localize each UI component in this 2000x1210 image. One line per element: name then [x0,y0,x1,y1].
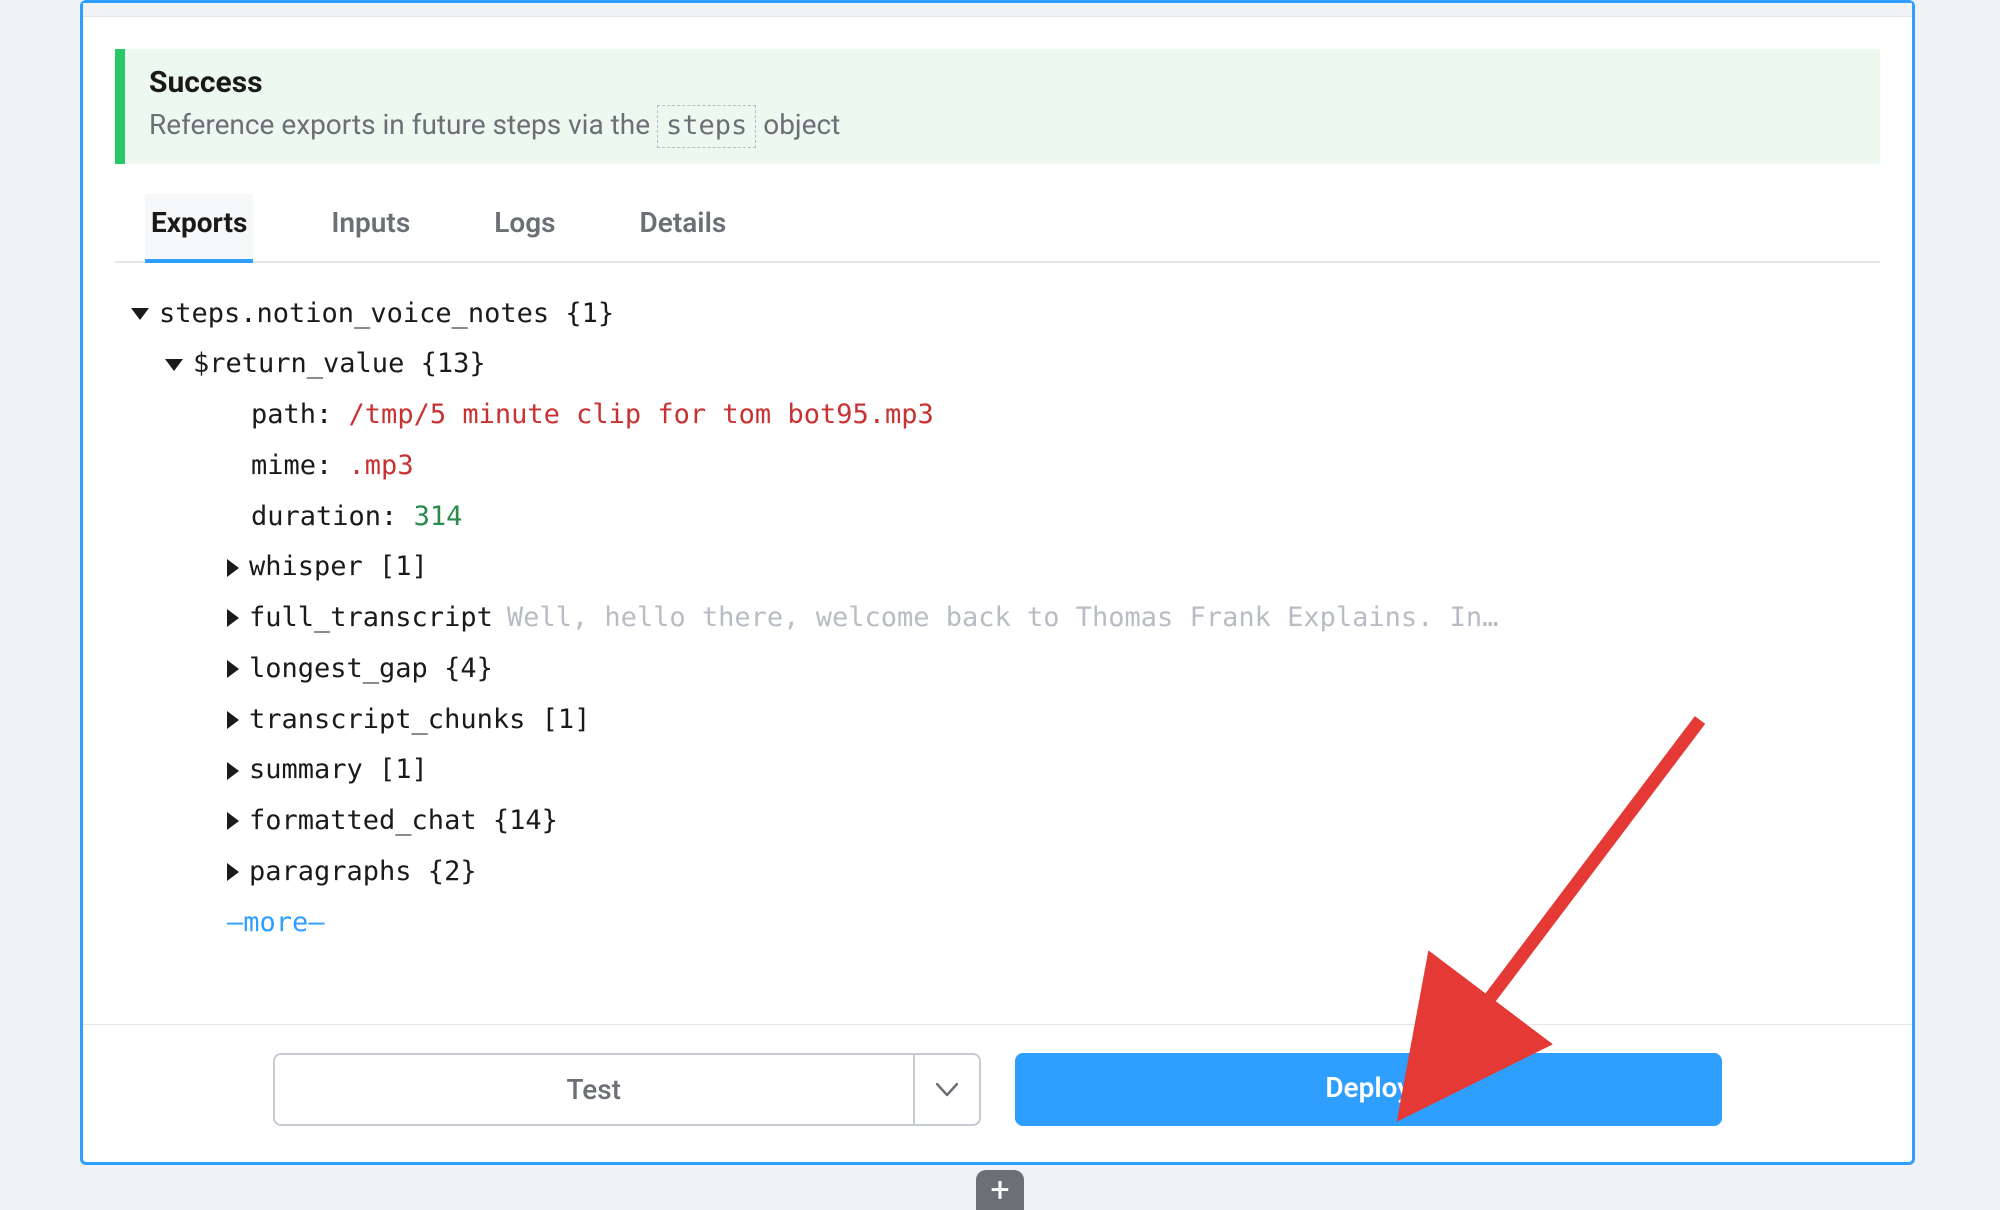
chevron-right-icon[interactable] [227,863,239,881]
test-dropdown-button[interactable] [913,1053,981,1126]
more-label: —more— [227,898,325,949]
tree-node-full-transcript[interactable]: full_transcript Well, hello there, welco… [131,593,1880,644]
tree-label: $return_value {13} [193,339,486,390]
chevron-right-icon[interactable] [227,559,239,577]
steps-code-chip: steps [657,105,756,148]
tree-node-formatted-chat[interactable]: formatted_chat {14} [131,796,1880,847]
tree-kv-mime[interactable]: mime: .mp3 [131,441,1880,492]
chevron-right-icon[interactable] [227,711,239,729]
success-sub-post: object [756,108,840,141]
tree-label: transcript_chunks [1] [249,695,590,746]
value-path: /tmp/5 minute clip for tom bot95.mp3 [349,390,934,441]
chevron-down-icon [936,1083,958,1097]
tab-exports[interactable]: Exports [145,194,253,263]
chevron-right-icon[interactable] [227,660,239,678]
success-subtitle: Reference exports in future steps via th… [149,104,1856,148]
plus-icon: + [990,1170,1009,1210]
success-title: Success [149,65,1856,100]
tree-node-longest-gap[interactable]: longest_gap {4} [131,644,1880,695]
tree-label: full_transcript [249,593,493,644]
chevron-right-icon[interactable] [227,609,239,627]
value-preview: Well, hello there, welcome back to Thoma… [507,593,1499,644]
chevron-down-icon[interactable] [165,359,183,371]
tree-node-transcript-chunks[interactable]: transcript_chunks [1] [131,695,1880,746]
deploy-button[interactable]: Deploy [1015,1053,1723,1126]
tab-details[interactable]: Details [634,194,733,261]
tree-label: formatted_chat {14} [249,796,558,847]
tree-label: whisper [1] [249,542,428,593]
tree-label: paragraphs {2} [249,847,477,898]
tree-node-return-value[interactable]: $return_value {13} [131,339,1880,390]
tree-kv-path[interactable]: path: /tmp/5 minute clip for tom bot95.m… [131,390,1880,441]
tree-node-summary[interactable]: summary [1] [131,745,1880,796]
chevron-right-icon[interactable] [227,812,239,830]
step-panel: Success Reference exports in future step… [80,0,1915,1165]
tab-bar: Exports Inputs Logs Details [115,194,1880,263]
exports-tree: steps.notion_voice_notes {1} $return_val… [131,289,1880,1025]
panel-top-spacer [83,3,1912,17]
tree-node-whisper[interactable]: whisper [1] [131,542,1880,593]
tree-node-paragraphs[interactable]: paragraphs {2} [131,847,1880,898]
key-path: path: [251,390,332,441]
success-sub-pre: Reference exports in future steps via th… [149,108,657,141]
tree-kv-duration[interactable]: duration: 314 [131,492,1880,543]
success-banner: Success Reference exports in future step… [115,49,1880,164]
test-button[interactable]: Test [273,1053,913,1126]
tab-inputs[interactable]: Inputs [325,194,416,261]
tree-label: summary [1] [249,745,428,796]
tree-label: steps.notion_voice_notes {1} [159,289,614,340]
tree-label: longest_gap {4} [249,644,493,695]
more-link[interactable]: —more— [131,898,1880,949]
chevron-right-icon[interactable] [227,762,239,780]
value-duration: 314 [414,492,463,543]
key-mime: mime: [251,441,332,492]
value-mime: .mp3 [349,441,414,492]
tab-logs[interactable]: Logs [488,194,561,261]
tree-node-root[interactable]: steps.notion_voice_notes {1} [131,289,1880,340]
chevron-down-icon[interactable] [131,308,149,320]
add-step-button[interactable]: + [976,1170,1024,1210]
key-duration: duration: [251,492,397,543]
footer-actions: Test Deploy [83,1025,1912,1162]
test-button-group: Test [273,1053,981,1126]
